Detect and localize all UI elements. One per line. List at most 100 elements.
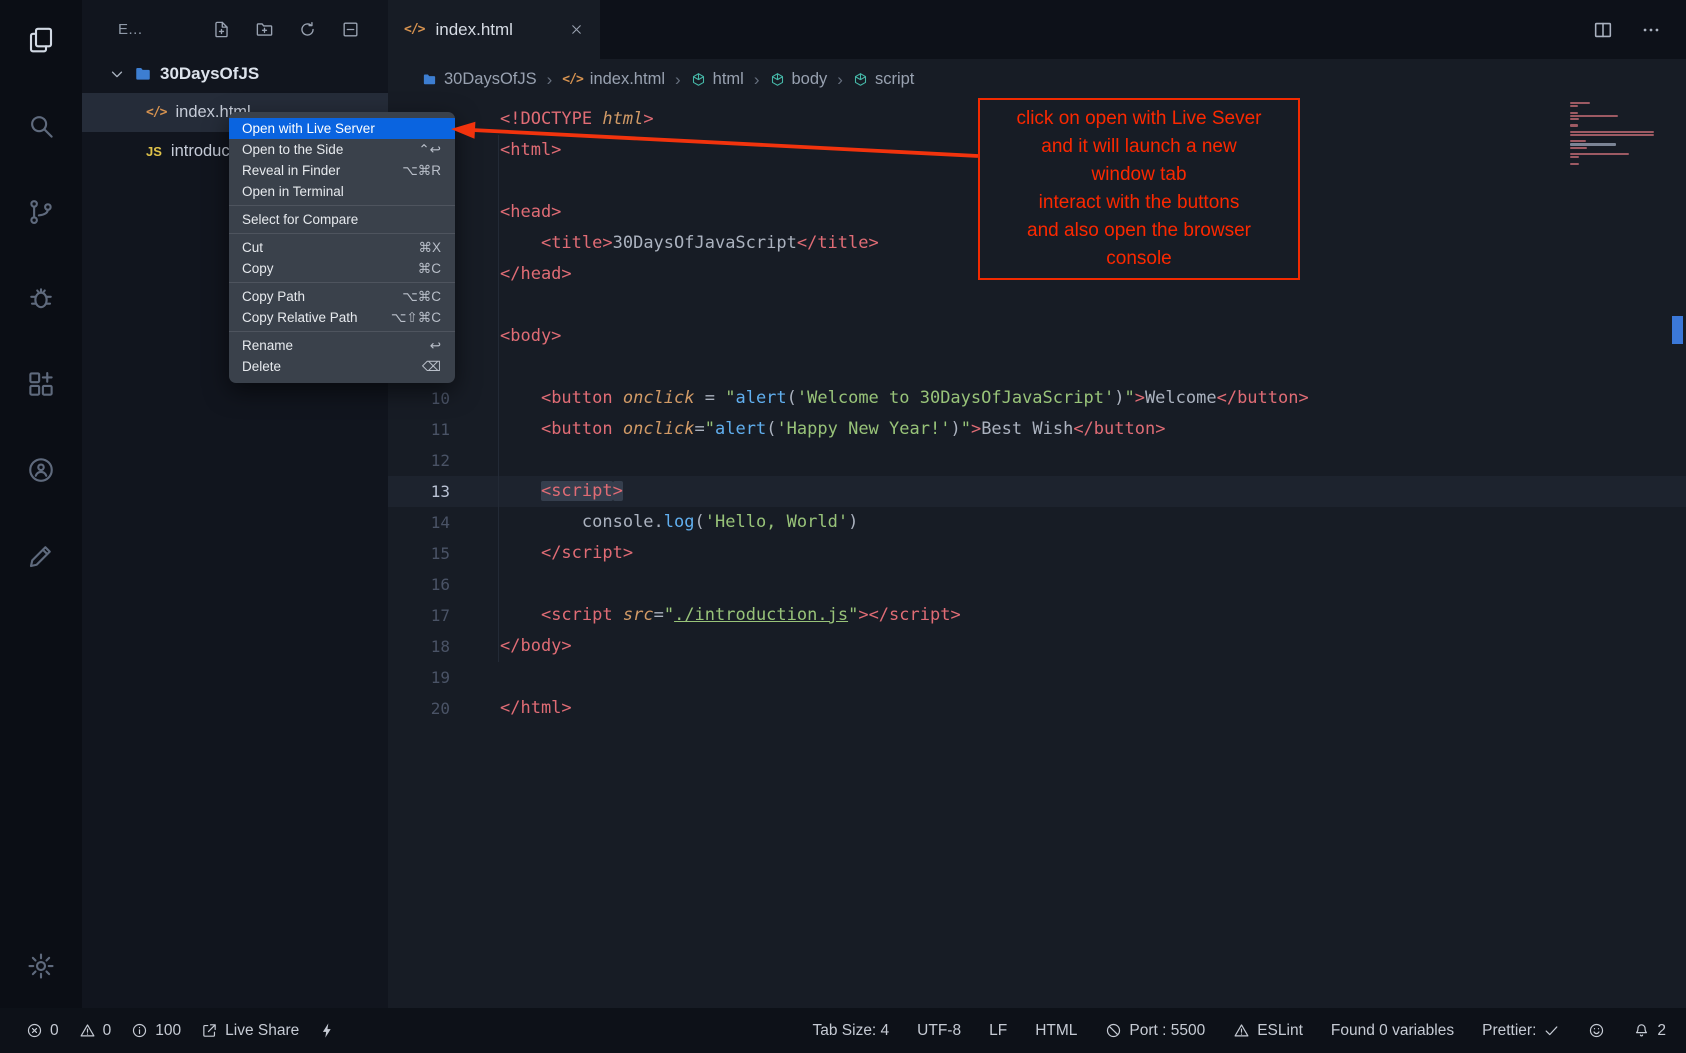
- code-line-16[interactable]: 16: [388, 569, 1686, 600]
- editor-action-more-actions[interactable]: [1640, 19, 1662, 41]
- breadcrumb-label: 30DaysOfJS: [444, 70, 537, 89]
- activity-bar: [0, 0, 82, 1008]
- breadcrumb-separator: ›: [836, 70, 844, 90]
- breadcrumb-label: html: [713, 70, 744, 89]
- code-line-15[interactable]: 15 </script>: [388, 538, 1686, 569]
- code-line-17[interactable]: 17 <script src="./introduction.js"></scr…: [388, 600, 1686, 631]
- code-text: <title>30DaysOfJavaScript</title>: [500, 228, 879, 259]
- menu-item-open-in-terminal[interactable]: Open in Terminal: [229, 181, 455, 202]
- tree-item-root-folder[interactable]: 30DaysOfJS: [82, 54, 388, 93]
- menu-item-delete[interactable]: Delete⌫: [229, 356, 455, 377]
- status-text: Live Share: [225, 1022, 299, 1040]
- breadcrumb-item-html[interactable]: html: [691, 70, 744, 89]
- menu-item-open-with-live-server[interactable]: Open with Live Server: [229, 118, 455, 139]
- extensions-icon: [26, 369, 56, 399]
- menu-item-shortcut: ⌥⌘R: [402, 163, 441, 179]
- code-line-13[interactable]: 13 <script>: [388, 476, 1686, 507]
- status-tab-size-4[interactable]: Tab Size: 4: [812, 1022, 889, 1040]
- menu-item-cut[interactable]: Cut⌘X: [229, 237, 455, 258]
- code-line-20[interactable]: 20</html>: [388, 693, 1686, 724]
- symbol-cube-icon: [853, 72, 868, 87]
- code-line-12[interactable]: 12: [388, 445, 1686, 476]
- menu-separator: [229, 282, 455, 283]
- activity-item-explorer[interactable]: [13, 12, 69, 68]
- vscode-window: E... 30DaysOfJS </>index.htmlJSintroduct…: [0, 0, 1686, 1053]
- close-icon[interactable]: [569, 22, 584, 37]
- bell-icon: [1633, 1022, 1650, 1039]
- breadcrumb-item-script[interactable]: script: [853, 70, 914, 89]
- activity-item-source-control[interactable]: [13, 184, 69, 240]
- refresh-button[interactable]: [298, 20, 317, 39]
- breadcrumb-separator: ›: [546, 70, 554, 90]
- activity-item-live-share[interactable]: [13, 442, 69, 498]
- minimap[interactable]: [1570, 102, 1656, 166]
- status-port-5500[interactable]: Port : 5500: [1105, 1022, 1205, 1040]
- error-circle-icon: [26, 1022, 43, 1039]
- symbol-cube-icon: [691, 72, 706, 87]
- menu-item-shortcut: ⌘C: [418, 261, 441, 277]
- status-utf-8[interactable]: UTF-8: [917, 1022, 961, 1040]
- code-text: <!DOCTYPE html>: [500, 104, 654, 135]
- activity-item-feedback-pen[interactable]: [13, 528, 69, 584]
- annotation-line: and also open the browser: [984, 217, 1294, 245]
- menu-item-reveal-in-finder[interactable]: Reveal in Finder⌥⌘R: [229, 160, 455, 181]
- status-prettier-[interactable]: Prettier:: [1482, 1022, 1560, 1040]
- menu-item-select-for-compare[interactable]: Select for Compare: [229, 209, 455, 230]
- status-found-0-variables[interactable]: Found 0 variables: [1331, 1022, 1454, 1040]
- menu-item-shortcut: ↩: [430, 338, 441, 354]
- code-text: <head>: [500, 197, 561, 228]
- code-text: <script src="./introduction.js"></script…: [500, 600, 961, 631]
- breadcrumb-item-index.html[interactable]: </>index.html: [562, 70, 665, 89]
- code-line-10[interactable]: 10 <button onclick = "alert('Welcome to …: [388, 383, 1686, 414]
- menu-item-label: Delete: [242, 359, 281, 374]
- activity-item-search[interactable]: [13, 98, 69, 154]
- new-file-button[interactable]: [212, 20, 231, 39]
- feedback-pen-icon: [26, 541, 56, 571]
- tab-index-html[interactable]: </> index.html: [388, 0, 600, 59]
- code-text: <body>: [500, 321, 561, 352]
- status-2[interactable]: 2: [1633, 1022, 1666, 1040]
- status-smiley-icon[interactable]: [1588, 1022, 1605, 1039]
- menu-item-open-to-the-side[interactable]: Open to the Side⌃↩: [229, 139, 455, 160]
- smiley-icon: [1588, 1022, 1605, 1039]
- status-live-share[interactable]: Live Share: [201, 1022, 299, 1040]
- menu-item-copy-relative-path[interactable]: Copy Relative Path⌥⇧⌘C: [229, 307, 455, 328]
- breadcrumb-item-body[interactable]: body: [770, 70, 828, 89]
- live-share-icon: [26, 455, 56, 485]
- activity-item-settings-gear[interactable]: [13, 938, 69, 994]
- code-text: </body>: [500, 631, 572, 662]
- status-lightning-icon[interactable]: [319, 1022, 336, 1039]
- code-text: <script>: [500, 476, 623, 507]
- scrollbar-marker[interactable]: [1672, 316, 1683, 344]
- breadcrumb-label: body: [792, 70, 828, 89]
- menu-item-rename[interactable]: Rename↩: [229, 335, 455, 356]
- code-line-9[interactable]: 9: [388, 352, 1686, 383]
- check-icon: [1543, 1022, 1560, 1039]
- status-0[interactable]: 0: [79, 1022, 112, 1040]
- code-line-18[interactable]: 18</body>: [388, 631, 1686, 662]
- code-line-14[interactable]: 14 console.log('Hello, World'): [388, 507, 1686, 538]
- activity-item-extensions[interactable]: [13, 356, 69, 412]
- code-line-19[interactable]: 19: [388, 662, 1686, 693]
- activity-item-run-debug[interactable]: [13, 270, 69, 326]
- breadcrumb-item-30DaysOfJS[interactable]: 30DaysOfJS: [422, 70, 537, 89]
- collapse-all-button[interactable]: [341, 20, 360, 39]
- editor-action-split-editor[interactable]: [1592, 19, 1614, 41]
- status-0[interactable]: 0: [26, 1022, 59, 1040]
- menu-item-copy-path[interactable]: Copy Path⌥⌘C: [229, 286, 455, 307]
- status-100[interactable]: 100: [131, 1022, 181, 1040]
- menu-item-shortcut: ⌥⌘C: [402, 289, 441, 305]
- code-line-11[interactable]: 11 <button onclick="alert('Happy New Yea…: [388, 414, 1686, 445]
- annotation-box: click on open with Live Severand it will…: [978, 98, 1300, 280]
- code-line-7[interactable]: 7: [388, 290, 1686, 321]
- new-folder-button[interactable]: [255, 20, 274, 39]
- status-html[interactable]: HTML: [1035, 1022, 1077, 1040]
- menu-item-label: Select for Compare: [242, 212, 358, 227]
- status-eslint[interactable]: ESLint: [1233, 1022, 1303, 1040]
- menu-item-copy[interactable]: Copy⌘C: [229, 258, 455, 279]
- status-text: Tab Size: 4: [812, 1022, 889, 1040]
- breadcrumb-separator: ›: [674, 70, 682, 90]
- code-line-8[interactable]: 8<body>: [388, 321, 1686, 352]
- status-lf[interactable]: LF: [989, 1022, 1007, 1040]
- line-number: 12: [388, 445, 470, 476]
